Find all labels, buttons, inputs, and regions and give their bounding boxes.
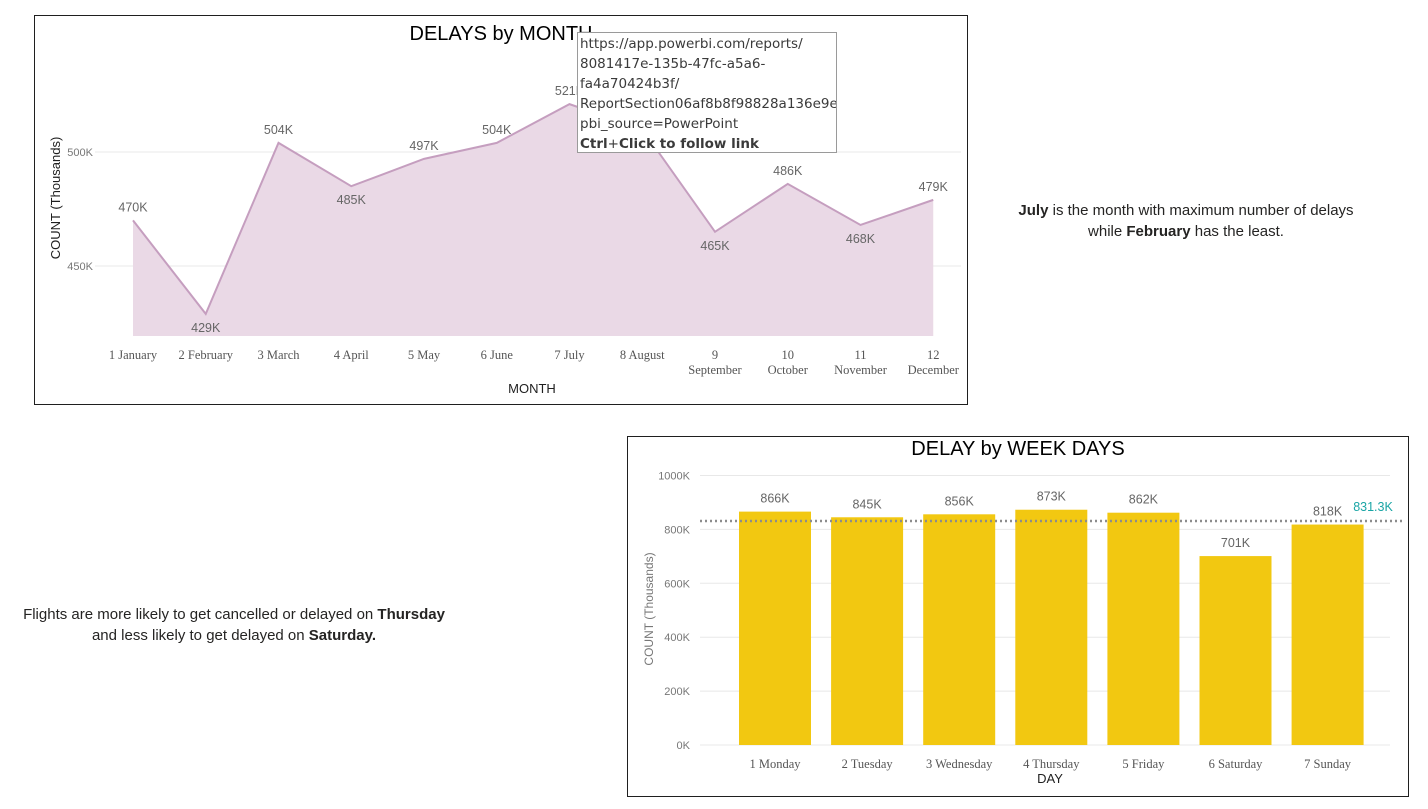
tooltip-plus: +: [607, 136, 619, 152]
month-x-tick-label: 1 January: [109, 348, 158, 362]
tooltip-url-line-1: https://app.powerbi.com/reports/: [580, 36, 803, 52]
week-y-tick-label: 400K: [664, 632, 690, 644]
tooltip-url-line-2: 8081417e-135b-47fc-a5a6-: [580, 56, 766, 72]
note-week-strong-thursday: Thursday: [377, 606, 445, 623]
month-x-tick-label: December: [908, 363, 960, 377]
note-month-text3: has the least.: [1190, 223, 1284, 240]
week-insight-note: Flights are more likely to get cancelled…: [0, 604, 468, 646]
weekday-data-label: 862K: [1129, 493, 1159, 507]
month-data-label: 465K: [700, 239, 730, 253]
weekday-bar: [1107, 512, 1180, 745]
month-data-label: 479K: [919, 180, 949, 194]
month-data-label: 485K: [337, 193, 367, 207]
weekday-bar: [1015, 509, 1088, 745]
note-month-text1: is the month with maximum number of dela…: [1048, 202, 1354, 219]
note-month-strong-july: July: [1018, 202, 1049, 219]
weekday-data-label: 818K: [1313, 505, 1343, 519]
month-data-label: 486K: [773, 164, 803, 178]
month-x-tick-label: October: [768, 363, 809, 377]
weekday-data-label: 866K: [760, 492, 790, 506]
tooltip-ctrl-key: Ctrl: [580, 136, 608, 152]
tooltip-click-text: Click to follow link: [618, 136, 759, 152]
note-week-strong-saturday: Saturday.: [308, 627, 377, 644]
weekday-bar: [831, 517, 904, 745]
month-x-tick-label: 5 May: [408, 348, 441, 362]
weekday-x-tick-label: 7 Sunday: [1304, 757, 1352, 771]
weekday-x-tick-label: 2 Tuesday: [842, 757, 894, 771]
month-x-tick-label: 3 March: [258, 348, 301, 362]
average-reference-label: 831.3K: [1353, 500, 1393, 514]
delay-by-weekdays-chart[interactable]: DELAY by WEEK DAYS 0K 200K 400K 600K 800K 1000…: [627, 436, 1409, 797]
note-week-text1: Flights are more likely to get cancelled…: [23, 606, 378, 623]
week-x-axis-title: DAY: [1037, 771, 1063, 786]
month-x-tick-label: 11: [854, 348, 866, 362]
month-y-tick-label: 450K: [67, 261, 93, 273]
weekday-data-label: 701K: [1221, 536, 1251, 550]
month-x-tick-label: 12: [927, 348, 940, 362]
weekday-bar: [1199, 556, 1272, 745]
month-data-label: 504K: [264, 123, 294, 137]
month-x-tick-label: 10: [782, 348, 795, 362]
week-y-tick-label: 200K: [664, 686, 690, 698]
tooltip-url-line-3: fa4a70424b3f/: [580, 76, 680, 92]
note-month-text2: while: [1088, 223, 1127, 240]
week-y-tick-label: 600K: [664, 578, 690, 590]
month-x-tick-label: September: [688, 363, 742, 377]
month-y-tick-label: 500K: [67, 147, 93, 159]
month-insight-note: July is the month with maximum number of…: [996, 200, 1376, 242]
month-data-label: 497K: [409, 139, 439, 153]
month-x-axis-title: MONTH: [508, 381, 556, 396]
month-data-label: 470K: [118, 200, 148, 214]
month-x-tick-label: 7 July: [554, 348, 585, 362]
weekday-data-label: 873K: [1037, 490, 1067, 504]
month-data-label: 504K: [482, 123, 512, 137]
month-y-axis-title: COUNT (Thousands): [48, 137, 63, 260]
month-data-label: 468K: [846, 232, 876, 246]
note-week-text2: and less likely to get delayed on: [91, 627, 309, 644]
weekday-x-tick-label: 5 Friday: [1122, 757, 1165, 771]
weekday-x-tick-label: 3 Wednesday: [926, 757, 993, 771]
week-chart-title: DELAY by WEEK DAYS: [911, 438, 1124, 460]
tooltip-url-line-5: pbi_source=PowerPoint: [580, 116, 739, 132]
week-y-axis-title: COUNT (Thousands): [642, 552, 656, 665]
month-x-tick-label: 2 February: [179, 348, 234, 362]
weekday-x-tick-label: 6 Saturday: [1209, 757, 1264, 771]
month-data-label: 429K: [191, 321, 221, 335]
link-tooltip: https://app.powerbi.com/reports/ 8081417…: [577, 32, 837, 153]
month-chart-title: DELAYS by MONTH: [410, 23, 593, 45]
month-x-tick-label: 6 June: [481, 348, 514, 362]
tooltip-url-line-4: ReportSection06af8b8f98828a136e9e?: [580, 96, 837, 112]
weekday-x-tick-label: 1 Monday: [749, 757, 801, 771]
month-x-tick-label: 4 April: [334, 348, 370, 362]
month-x-tick-label: 8 August: [620, 348, 665, 362]
weekday-bar: [923, 514, 996, 745]
weekday-data-label: 845K: [852, 497, 882, 511]
week-y-tick-label: 0K: [677, 740, 691, 752]
weekday-data-label: 856K: [945, 494, 975, 508]
month-x-tick-label: 9: [712, 348, 718, 362]
month-x-tick-label: November: [834, 363, 888, 377]
weekday-chart-svg: DELAY by WEEK DAYS 0K 200K 400K 600K 800K 1000…: [642, 438, 1404, 786]
weekday-bar: [1291, 524, 1364, 745]
week-y-tick-label: 800K: [664, 524, 690, 536]
tooltip-follow-hint: Ctrl+Click to follow link: [580, 134, 834, 152]
weekday-bar: [739, 511, 811, 745]
note-month-strong-february: February: [1126, 223, 1191, 240]
week-y-tick-label: 1000K: [658, 471, 690, 483]
weekday-x-tick-label: 4 Thursday: [1023, 757, 1080, 771]
